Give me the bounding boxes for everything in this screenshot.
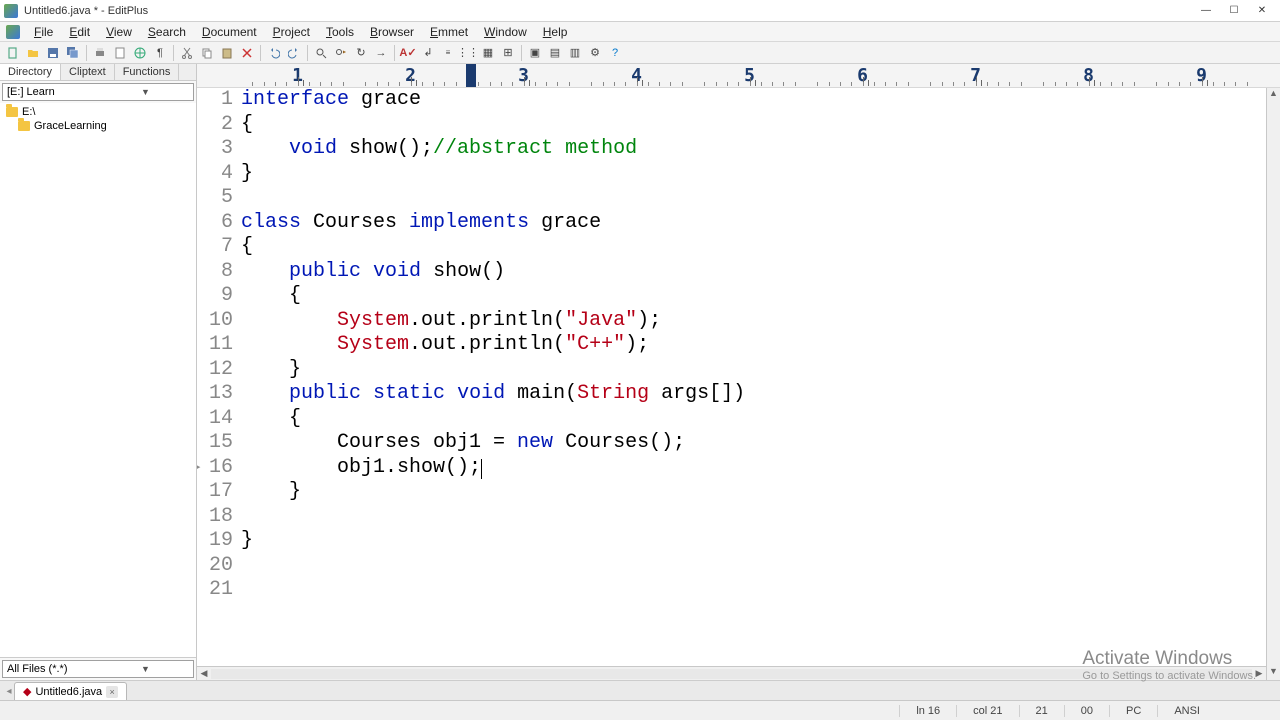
minimize-button[interactable]: — (1192, 1, 1220, 21)
status-platform: PC (1109, 705, 1157, 717)
word-wrap-icon[interactable]: ↲ (419, 44, 437, 62)
menu-file[interactable]: File (26, 23, 61, 41)
indent-guide-icon[interactable]: ▦ (479, 44, 497, 62)
scroll-right-icon[interactable]: ▶ (1252, 668, 1266, 679)
titlebar: Untitled6.java * - EditPlus — ☐ ✕ (0, 0, 1280, 22)
editor: 123456789 123456789101112131415▸16171819… (197, 64, 1280, 680)
print-icon[interactable] (91, 44, 109, 62)
find-icon[interactable] (312, 44, 330, 62)
tool-browser-icon[interactable]: ▤ (546, 44, 564, 62)
replace-icon[interactable] (332, 44, 350, 62)
directory-tree[interactable]: E:\ GraceLearning (0, 103, 196, 658)
status-lines: 21 (1019, 705, 1064, 717)
menu-help[interactable]: Help (535, 23, 576, 41)
find-next-icon[interactable]: ↻ (352, 44, 370, 62)
ruler[interactable]: 123456789 (197, 64, 1280, 88)
delete-icon[interactable] (238, 44, 256, 62)
side-panel: Directory Cliptext Functions [E:] Learn … (0, 64, 197, 680)
redo-icon[interactable] (285, 44, 303, 62)
code-area[interactable]: 123456789101112131415▸161718192021 inter… (197, 88, 1266, 666)
file-filter-value: All Files (*.*) (3, 663, 98, 675)
tool-terminal-icon[interactable]: ▣ (526, 44, 544, 62)
menu-browser[interactable]: Browser (362, 23, 422, 41)
menu-window[interactable]: Window (476, 23, 535, 41)
tab-close-icon[interactable]: × (106, 686, 118, 698)
column-icon[interactable]: ⊞ (499, 44, 517, 62)
panel-tab-directory[interactable]: Directory (0, 64, 61, 80)
save-all-icon[interactable] (64, 44, 82, 62)
folder-icon (6, 107, 18, 117)
menu-project[interactable]: Project (265, 23, 318, 41)
save-icon[interactable] (44, 44, 62, 62)
tab-scroll-left-icon[interactable]: ◂ (4, 682, 14, 700)
spell-check-icon[interactable]: A✓ (399, 44, 417, 62)
menu-tools[interactable]: Tools (318, 23, 362, 41)
menu-emmet[interactable]: Emmet (422, 23, 476, 41)
status-sel: 00 (1064, 705, 1109, 717)
ruler-cursor (466, 64, 476, 88)
show-whitespace-icon[interactable]: ⋮⋮ (459, 44, 477, 62)
maximize-button[interactable]: ☐ (1220, 1, 1248, 21)
status-col: col 21 (956, 705, 1018, 717)
scroll-down-icon[interactable]: ▼ (1267, 666, 1280, 680)
toolbar: ¶ ↻ → A✓ ↲ ≡ ⋮⋮ ▦ ⊞ ▣ ▤ ▥ ⚙ ? (0, 42, 1280, 64)
document-tab[interactable]: ◆ Untitled6.java × (14, 682, 127, 700)
print-preview-icon[interactable] (111, 44, 129, 62)
close-button[interactable]: ✕ (1248, 1, 1276, 21)
scroll-up-icon[interactable]: ▲ (1267, 88, 1280, 102)
scroll-left-icon[interactable]: ◀ (197, 668, 211, 679)
tree-item[interactable]: E:\ (2, 105, 194, 119)
modified-indicator-icon: ◆ (23, 685, 31, 698)
window-title: Untitled6.java * - EditPlus (24, 5, 1192, 17)
line-number-icon[interactable]: ≡ (439, 44, 457, 62)
drive-select[interactable]: [E:] Learn ▼ (2, 83, 194, 101)
horizontal-scrollbar[interactable]: ◀ ▶ (197, 666, 1266, 680)
side-panel-tabs: Directory Cliptext Functions (0, 64, 196, 81)
menu-view[interactable]: View (98, 23, 140, 41)
browser-icon[interactable] (131, 44, 149, 62)
goto-icon[interactable]: → (372, 44, 390, 62)
tool-output-icon[interactable]: ▥ (566, 44, 584, 62)
document-tab-label: Untitled6.java (35, 686, 102, 698)
copy-icon[interactable] (198, 44, 216, 62)
document-tab-strip: ◂ ◆ Untitled6.java × (0, 680, 1280, 700)
chevron-down-icon: ▼ (98, 664, 193, 674)
menu-search[interactable]: Search (140, 23, 194, 41)
panel-tab-functions[interactable]: Functions (115, 64, 180, 80)
system-menu-icon[interactable] (6, 25, 20, 39)
paste-icon[interactable] (218, 44, 236, 62)
chevron-down-icon: ▼ (98, 87, 193, 97)
status-encoding: ANSI (1157, 705, 1216, 717)
folder-icon (18, 121, 30, 131)
hex-icon[interactable]: ¶ (151, 44, 169, 62)
line-gutter: 123456789101112131415▸161718192021 (197, 88, 241, 666)
new-file-icon[interactable] (4, 44, 22, 62)
menu-document[interactable]: Document (194, 23, 265, 41)
vertical-scrollbar[interactable]: ▲ ▼ (1266, 88, 1280, 680)
code-lines[interactable]: interface grace{ void show();//abstract … (241, 88, 1266, 666)
drive-select-value: [E:] Learn (3, 86, 98, 98)
open-file-icon[interactable] (24, 44, 42, 62)
tree-item[interactable]: GraceLearning (2, 119, 194, 133)
help-icon[interactable]: ? (606, 44, 624, 62)
undo-icon[interactable] (265, 44, 283, 62)
menubar: FileEditViewSearchDocumentProjectToolsBr… (0, 22, 1280, 42)
status-line: ln 16 (899, 705, 956, 717)
panel-tab-cliptext[interactable]: Cliptext (61, 64, 115, 80)
cut-icon[interactable] (178, 44, 196, 62)
app-icon (4, 4, 18, 18)
file-filter-select[interactable]: All Files (*.*) ▼ (2, 660, 194, 678)
statusbar: ln 16 col 21 21 00 PC ANSI (0, 700, 1280, 720)
config-icon[interactable]: ⚙ (586, 44, 604, 62)
menu-edit[interactable]: Edit (61, 23, 98, 41)
